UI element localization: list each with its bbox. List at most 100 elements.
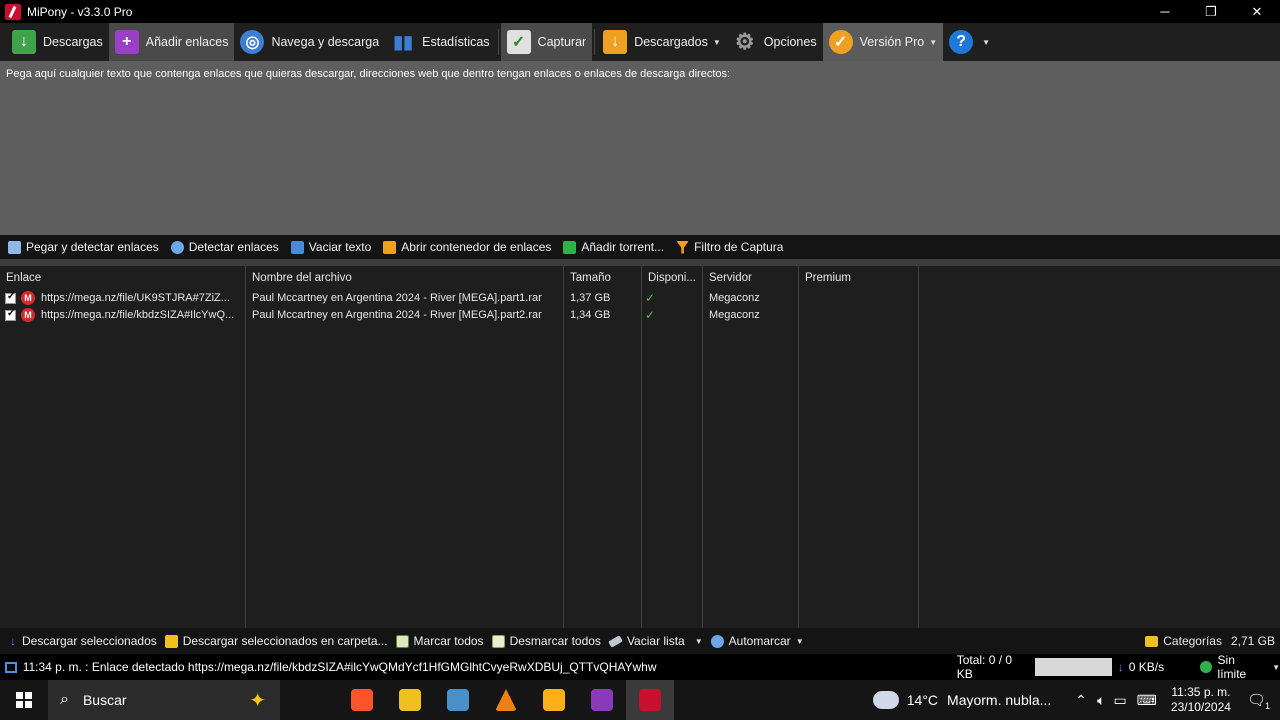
downloads-button[interactable]: ↓ Descargas [0, 23, 109, 61]
links-table: Enlace Nombre del archivo Tamaño Disponi… [0, 266, 1280, 628]
detect-links-button[interactable]: Detectar enlaces [170, 240, 279, 254]
size-cell: 1,37 GB [570, 292, 611, 304]
gear-icon: ⚙ [734, 29, 755, 54]
minimize-button[interactable]: ─ [1142, 0, 1188, 23]
chevron-down-icon[interactable]: ▼ [929, 38, 937, 47]
detect-links-label: Detectar enlaces [188, 240, 279, 254]
mark-all-label: Marcar todos [413, 634, 484, 648]
close-button[interactable]: ✕ [1234, 0, 1280, 23]
clear-list-button[interactable]: Vaciar lista ▼ [608, 634, 703, 648]
automark-button[interactable]: Automarcar ▼ [710, 634, 804, 648]
capture-filter-button[interactable]: Filtro de Captura [676, 240, 783, 254]
taskbar-search[interactable]: ⌕ Buscar ✦ [48, 680, 280, 720]
taskbar-rockstar[interactable] [530, 680, 578, 720]
table-row[interactable]: M https://mega.nz/file/kbdzSIZA#IlcYwQ..… [0, 307, 920, 324]
column-header-server[interactable]: Servidor [703, 266, 798, 290]
help-button[interactable]: ? ▼ [943, 23, 996, 61]
column-header-size[interactable]: Tamaño [564, 266, 641, 290]
row-checkbox[interactable] [5, 291, 16, 304]
start-button[interactable] [0, 680, 48, 720]
torrent-icon [563, 240, 577, 254]
taskbar-vlc[interactable] [482, 680, 530, 720]
downloaded-button[interactable]: ↓ Descargados ▼ [597, 23, 727, 61]
chevron-down-icon[interactable]: ▼ [695, 637, 703, 646]
status-bar: 11:34 p. m. : Enlace detectado https://m… [0, 653, 1280, 681]
volume-icon[interactable]: 🔈︎ [1097, 692, 1105, 709]
mega-icon: M [21, 291, 35, 305]
chevron-down-icon[interactable]: ▼ [982, 38, 990, 47]
chevron-down-icon[interactable]: ▼ [796, 637, 804, 646]
taskbar-explorer[interactable] [386, 680, 434, 720]
chevron-up-icon[interactable]: ⌃ [1075, 692, 1087, 709]
system-tray: 14°C Mayorm. nubla... ⌃ 🔈︎ ▭ ⌨ 11:35 p. … [872, 680, 1280, 720]
taskbar-brave[interactable] [338, 680, 386, 720]
open-container-button[interactable]: Abrir contenedor de enlaces [383, 240, 551, 254]
windows-taskbar: ⌕ Buscar ✦ 14°C Mayorm. nubla... ⌃ 🔈︎ ▭ … [0, 680, 1280, 720]
download-to-folder-label: Descargar seleccionados en carpeta... [182, 634, 388, 648]
paste-detect-button[interactable]: Pegar y detectar enlaces [8, 240, 159, 254]
status-log: 11:34 p. m. : Enlace detectado https://m… [22, 660, 657, 674]
chevron-down-icon[interactable]: ▼ [1272, 663, 1280, 672]
categories-label: Categorías [1163, 634, 1222, 648]
clipboard-check-icon: ✓ [506, 30, 531, 54]
speed-limit-icon [1199, 661, 1212, 673]
pro-version-button[interactable]: ✓ Versión Pro ▼ [822, 23, 944, 61]
paste-icon [8, 240, 21, 254]
add-links-button[interactable]: + Añadir enlaces [108, 23, 235, 61]
options-label: Opciones [763, 35, 817, 49]
column-header-available[interactable]: Disponi... [642, 266, 702, 290]
column-header-filename[interactable]: Nombre del archivo [246, 266, 563, 290]
magic-search-icon [710, 634, 724, 648]
link-cell: https://mega.nz/file/kbdzSIZA#IlcYwQ... [41, 309, 235, 321]
clear-text-button[interactable]: Vaciar texto [290, 240, 371, 254]
weather-desc[interactable]: Mayorm. nubla... [947, 692, 1051, 708]
folder-download-icon: ↓ [603, 30, 628, 54]
panel-splitter[interactable] [0, 259, 1280, 266]
clear-list-label: Vaciar lista [626, 634, 685, 648]
link-cell: https://mega.nz/file/UK9STJRA#7ZiZ... [41, 292, 230, 304]
search-placeholder: Buscar [82, 692, 127, 708]
speed-graph [1034, 658, 1112, 676]
network-icon[interactable]: ▭ [1113, 692, 1126, 709]
premium-cell [805, 307, 915, 324]
eraser-icon [290, 240, 304, 254]
taskbar-remote[interactable] [434, 680, 482, 720]
add-torrent-button[interactable]: Añadir torrent... [563, 240, 664, 254]
categories-button[interactable]: Categorías 2,71 GB [1145, 628, 1275, 654]
filter-icon [676, 240, 690, 254]
speed-limit-label[interactable]: Sin límite [1218, 653, 1266, 681]
folder-icon [1145, 635, 1159, 647]
mipony-icon [639, 689, 661, 711]
statistics-button[interactable]: ▮▮ Estadísticas [385, 23, 495, 61]
file-explorer-icon [399, 689, 421, 711]
brave-icon [351, 689, 373, 711]
taskbar-winrar[interactable] [578, 680, 626, 720]
links-text-area[interactable]: Pega aquí cualquier texto que contenga e… [0, 61, 1280, 235]
weather-temp[interactable]: 14°C [907, 692, 938, 708]
maximize-button[interactable]: ❐ [1188, 0, 1234, 23]
options-button[interactable]: ⚙ Opciones [727, 23, 823, 61]
mega-icon: M [21, 308, 35, 322]
pro-version-label: Versión Pro [859, 35, 925, 49]
size-cell: 1,34 GB [570, 309, 611, 321]
clock-time: 11:35 p. m. [1171, 685, 1231, 699]
keyboard-icon[interactable]: ⌨ [1137, 692, 1157, 709]
total-size-value: 2,71 GB [1230, 634, 1275, 648]
taskbar-mipony[interactable] [626, 680, 674, 720]
download-to-folder-button[interactable]: Descargar seleccionados en carpeta... [164, 634, 388, 648]
table-row[interactable]: M https://mega.nz/file/UK9STJRA#7ZiZ... … [0, 290, 920, 307]
main-toolbar: ↓ Descargas + Añadir enlaces ◎ Navega y … [0, 23, 1280, 61]
vlc-icon [495, 689, 517, 711]
download-selected-button[interactable]: ↓ Descargar seleccionados [10, 634, 157, 648]
clock[interactable]: 11:35 p. m. 23/10/2024 [1171, 685, 1231, 715]
browse-download-button[interactable]: ◎ Navega y descarga [234, 23, 385, 61]
notification-count: 1 [1264, 701, 1270, 711]
notifications-icon[interactable]: 🗨︎ 1 [1247, 691, 1270, 711]
capture-button[interactable]: ✓ Capturar [500, 23, 593, 61]
chevron-down-icon[interactable]: ▼ [713, 38, 721, 47]
column-header-link[interactable]: Enlace [0, 266, 245, 290]
row-checkbox[interactable] [5, 308, 16, 321]
mark-all-button[interactable]: Marcar todos [395, 634, 484, 648]
column-header-premium[interactable]: Premium [799, 266, 918, 290]
unmark-all-button[interactable]: Desmarcar todos [491, 634, 601, 648]
